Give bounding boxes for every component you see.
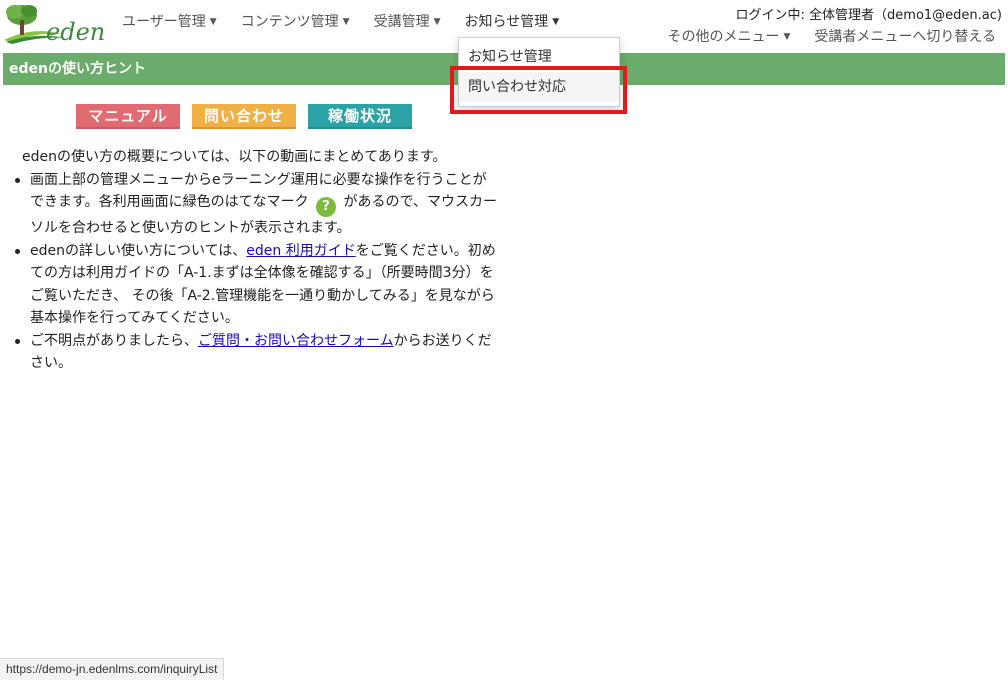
intro-text: edenの使い方の概要については、以下の動画にまとめてあります。 bbox=[22, 149, 447, 165]
dropdown-item-inquiry-response[interactable]: 問い合わせ対応 bbox=[459, 72, 619, 102]
caret-down-icon: ▼ bbox=[433, 17, 441, 27]
notice-management-dropdown: お知らせ管理 問い合わせ対応 bbox=[458, 37, 620, 107]
nav-user-management-label: ユーザー管理 bbox=[122, 14, 206, 30]
nav-course-management-label: 受講管理 bbox=[373, 14, 430, 30]
status-button[interactable]: 稼働状況 bbox=[308, 104, 412, 129]
nav-course-management[interactable]: 受講管理 ▼ bbox=[362, 0, 453, 44]
user-guide-link[interactable]: eden 利用ガイド bbox=[246, 243, 355, 259]
nav-other-menu[interactable]: その他のメニュー ▼ bbox=[655, 26, 802, 48]
list-item: 画面上部の管理メニューからeラーニング運用に必要な操作を行うことができます。各利… bbox=[8, 169, 498, 240]
caret-down-icon: ▼ bbox=[209, 17, 217, 27]
login-info: ログイン中: 全体管理者（demo1@eden.ac) bbox=[735, 8, 1002, 23]
hint-buttons: マニュアル 問い合わせ 稼働状況 bbox=[76, 104, 412, 129]
hint-content: edenの使い方の概要については、以下の動画にまとめてあります。 画面上部の管理… bbox=[8, 146, 498, 375]
hint-text: edenの詳しい使い方については、 bbox=[30, 242, 247, 259]
inquiry-form-link[interactable]: ご質問・お問い合わせフォーム bbox=[198, 333, 394, 349]
caret-down-icon: ▼ bbox=[783, 32, 791, 42]
nav-notice-management-label: お知らせ管理 bbox=[464, 14, 549, 30]
list-item: ご不明点がありましたら、ご質問・お問い合わせフォームからお送りください。 bbox=[8, 330, 498, 375]
hint-text: ご不明点がありましたら、 bbox=[30, 332, 198, 349]
question-mark-icon: ? bbox=[316, 197, 337, 217]
manual-button[interactable]: マニュアル bbox=[76, 104, 180, 129]
nav-other-menu-label: その他のメニュー bbox=[667, 29, 780, 45]
switch-to-learner-menu-link[interactable]: 受講者メニューへ切り替える bbox=[802, 26, 1008, 48]
nav-user-management[interactable]: ユーザー管理 ▼ bbox=[110, 0, 229, 44]
eden-logo[interactable]: eden bbox=[2, 2, 105, 46]
logo-text: eden bbox=[46, 18, 106, 46]
right-nav: その他のメニュー ▼ 受講者メニューへ切り替える bbox=[655, 26, 1008, 48]
dropdown-item-notice-management[interactable]: お知らせ管理 bbox=[459, 42, 619, 72]
nav-content-management[interactable]: コンテンツ管理 ▼ bbox=[229, 0, 362, 44]
status-bar-url: https://demo-jn.edenlms.com/inquiryList bbox=[0, 658, 225, 680]
nav-content-management-label: コンテンツ管理 bbox=[240, 14, 339, 30]
caret-down-icon: ▼ bbox=[342, 17, 350, 27]
hint-list: 画面上部の管理メニューからeラーニング運用に必要な操作を行うことができます。各利… bbox=[8, 169, 498, 375]
list-item: edenの詳しい使い方については、eden 利用ガイドをご覧ください。初めての方… bbox=[8, 240, 498, 330]
contact-button[interactable]: 問い合わせ bbox=[192, 104, 296, 129]
